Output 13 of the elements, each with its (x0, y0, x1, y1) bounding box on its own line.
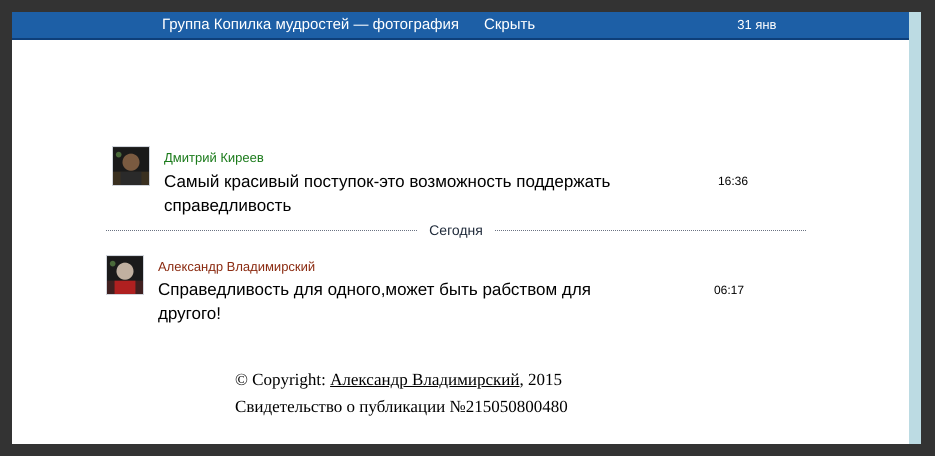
message-time: 16:36 (718, 173, 748, 190)
copyright-text: © Copyright: Александр Владимирский, 2015 (235, 369, 564, 391)
message-text: Справедливость для одного,может быть рабством для другого! (158, 279, 592, 325)
certificate-text: Свидетельство о публикации №215050800480 (235, 396, 569, 418)
hide-link[interactable]: Скрыть (484, 14, 536, 36)
date-text: 31 янв (737, 16, 776, 34)
message-text: Самый красивый поступок-это возможность поддержать справедливость (164, 170, 612, 216)
date-divider-label: Сегодня (429, 220, 483, 240)
author-name[interactable]: Александр Владимирский (158, 256, 628, 276)
message-time: 06:17 (714, 282, 744, 298)
author-link[interactable]: Александр Владимирский (330, 370, 520, 389)
author-name[interactable]: Дмитрий Киреев (164, 148, 634, 168)
header-title: Группа Копилка мудростей — фотография (162, 14, 460, 35)
